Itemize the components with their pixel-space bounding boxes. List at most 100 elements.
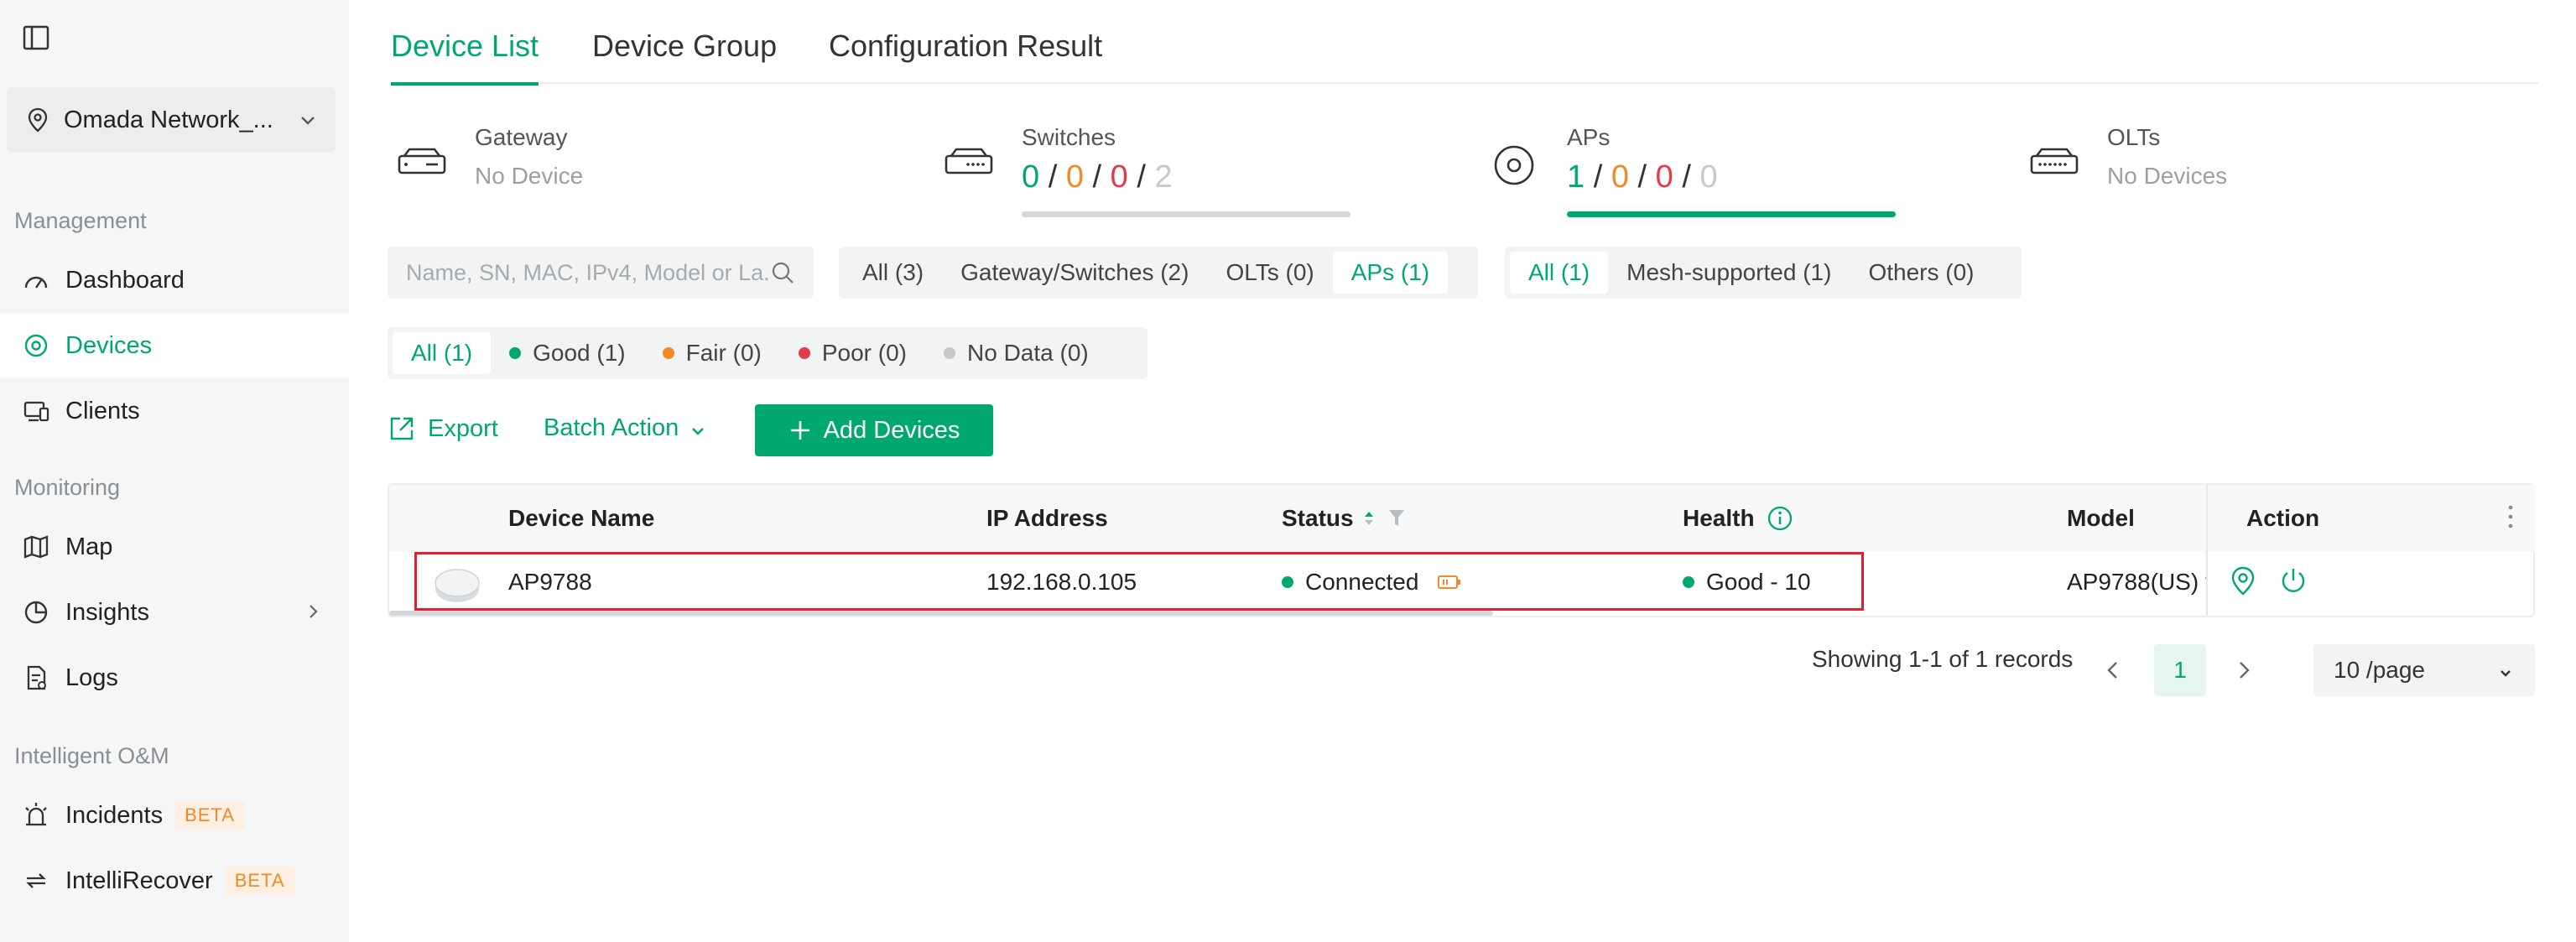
device-status: Connected bbox=[1282, 569, 1462, 596]
device-ip: 192.168.0.105 bbox=[986, 569, 1137, 595]
gateway-icon bbox=[396, 139, 448, 191]
batch-action-button[interactable]: Batch Action bbox=[544, 414, 707, 442]
batch-action-label: Batch Action bbox=[544, 414, 679, 441]
site-name: Omada Network_... bbox=[64, 106, 273, 133]
beta-badge: BETA bbox=[224, 867, 295, 895]
count-no-data: 0 bbox=[1699, 159, 1718, 195]
horizontal-scrollbar[interactable] bbox=[389, 611, 1493, 616]
device-name[interactable]: AP9788 bbox=[508, 569, 592, 596]
sidebar-item-clients[interactable]: Clients bbox=[0, 379, 349, 443]
filter-mesh-all[interactable]: All (1) bbox=[1510, 252, 1609, 294]
count-separator: / bbox=[1092, 159, 1102, 195]
count-fair: 0 bbox=[1611, 159, 1629, 195]
alarm-icon bbox=[22, 801, 50, 830]
logs-icon bbox=[22, 664, 50, 692]
tab-device-group[interactable]: Device Group bbox=[592, 29, 777, 82]
tab-bar: Device List Device Group Configuration R… bbox=[391, 0, 2538, 86]
good-dot bbox=[509, 347, 522, 359]
add-devices-button[interactable]: Add Devices bbox=[755, 404, 993, 456]
filter-health-no-data[interactable]: No Data (0) bbox=[925, 332, 1107, 374]
recover-icon bbox=[22, 867, 50, 895]
col-model[interactable]: Model bbox=[2067, 505, 2135, 532]
tab-device-list[interactable]: Device List bbox=[391, 29, 539, 86]
ap-icon bbox=[1488, 139, 1540, 191]
stat-label: APs bbox=[1567, 124, 1611, 150]
count-separator: / bbox=[1682, 159, 1691, 195]
sidebar-item-label: Insights bbox=[65, 598, 149, 626]
filter-mesh-others[interactable]: Others (0) bbox=[1850, 252, 1992, 294]
sidebar-item-label: Devices bbox=[65, 331, 153, 359]
health-bar bbox=[1022, 211, 1350, 217]
sidebar-item-insights[interactable]: Insights bbox=[0, 580, 349, 644]
col-ip-address[interactable]: IP Address bbox=[986, 505, 1108, 532]
sidebar-toggle-icon[interactable] bbox=[22, 23, 50, 52]
tab-configuration-result[interactable]: Configuration Result bbox=[829, 29, 1102, 82]
poor-dot bbox=[798, 347, 810, 359]
sidebar-item-dashboard[interactable]: Dashboard bbox=[0, 248, 349, 312]
col-health[interactable]: Health bbox=[1683, 505, 1793, 532]
filter-icon[interactable] bbox=[1387, 507, 1406, 529]
sidebar-item-devices[interactable]: Devices bbox=[0, 314, 349, 377]
filter-health-fair[interactable]: Fair (0) bbox=[644, 332, 780, 374]
search-input[interactable] bbox=[406, 259, 770, 286]
export-label: Export bbox=[428, 414, 498, 442]
map-icon bbox=[22, 533, 50, 561]
count-good: 0 bbox=[1022, 159, 1040, 195]
export-button[interactable]: Export bbox=[388, 414, 498, 443]
chevron-down-icon bbox=[689, 419, 707, 438]
page-size-value: 10 /page bbox=[2334, 657, 2425, 683]
next-page-icon[interactable] bbox=[2235, 658, 2253, 683]
status-text: Connected bbox=[1305, 569, 1419, 595]
sidebar-item-intellirecover[interactable]: IntelliRecover BETA bbox=[0, 849, 349, 913]
search-box bbox=[388, 247, 814, 299]
count-fair: 0 bbox=[1065, 159, 1084, 195]
col-label: Health bbox=[1683, 505, 1755, 531]
stat-counts[interactable]: 1 / 0 / 0 / 0 bbox=[1567, 159, 1718, 195]
sidebar-item-logs[interactable]: Logs bbox=[0, 646, 349, 710]
locate-icon[interactable] bbox=[2228, 565, 2258, 601]
sidebar-item-label: Dashboard bbox=[65, 266, 185, 294]
sidebar: Omada Network_... Management Dashboard D… bbox=[0, 0, 349, 942]
more-options-icon[interactable] bbox=[2506, 503, 2515, 534]
site-selector[interactable]: Omada Network_... bbox=[7, 87, 336, 153]
filter-health-all[interactable]: All (1) bbox=[393, 332, 492, 374]
sidebar-item-incidents[interactable]: Incidents BETA bbox=[0, 783, 349, 847]
add-devices-label: Add Devices bbox=[823, 416, 960, 444]
page-1[interactable]: 1 bbox=[2154, 644, 2206, 696]
sort-icon[interactable] bbox=[1362, 508, 1376, 528]
search-icon[interactable] bbox=[770, 260, 795, 285]
count-separator: / bbox=[1593, 159, 1603, 195]
chevron-right-icon bbox=[302, 601, 324, 622]
prev-page-icon[interactable] bbox=[2104, 658, 2122, 683]
filter-health-good[interactable]: Good (1) bbox=[491, 332, 644, 374]
count-no-data: 2 bbox=[1154, 159, 1173, 195]
col-action: Action bbox=[2246, 505, 2320, 531]
filter-health-poor[interactable]: Poor (0) bbox=[780, 332, 925, 374]
info-icon[interactable] bbox=[1767, 505, 1793, 532]
device-table: Device Name IP Address Status Health Mod… bbox=[388, 483, 2535, 617]
filter-olts[interactable]: OLTs (0) bbox=[1207, 252, 1332, 294]
reboot-icon[interactable] bbox=[2278, 565, 2308, 601]
clients-icon bbox=[22, 397, 50, 425]
col-device-name[interactable]: Device Name bbox=[508, 505, 654, 532]
filter-gateway-switches[interactable]: Gateway/Switches (2) bbox=[942, 252, 1207, 294]
stat-value: No Device bbox=[475, 163, 584, 189]
filter-mesh-supported[interactable]: Mesh-supported (1) bbox=[1608, 252, 1850, 294]
filter-aps[interactable]: APs (1) bbox=[1332, 252, 1449, 294]
stat-label: Gateway bbox=[475, 124, 568, 150]
action-column: Action bbox=[2206, 485, 2535, 616]
device-thumbnail bbox=[433, 560, 481, 609]
filter-all[interactable]: All (3) bbox=[844, 252, 942, 294]
stat-label: Switches bbox=[1022, 124, 1116, 150]
health-dot bbox=[1683, 576, 1694, 588]
sidebar-item-map[interactable]: Map bbox=[0, 515, 349, 579]
col-status[interactable]: Status bbox=[1282, 505, 1406, 532]
page-size-select[interactable]: 10 /page bbox=[2313, 644, 2535, 696]
sidebar-item-label: IntelliRecover bbox=[65, 867, 213, 894]
stat-counts[interactable]: 0 / 0 / 0 / 2 bbox=[1022, 159, 1173, 195]
export-icon bbox=[388, 414, 416, 443]
fair-dot bbox=[662, 347, 674, 359]
insights-icon bbox=[22, 598, 50, 627]
no-data-dot bbox=[944, 347, 956, 359]
filter-label: No Data (0) bbox=[967, 340, 1089, 366]
